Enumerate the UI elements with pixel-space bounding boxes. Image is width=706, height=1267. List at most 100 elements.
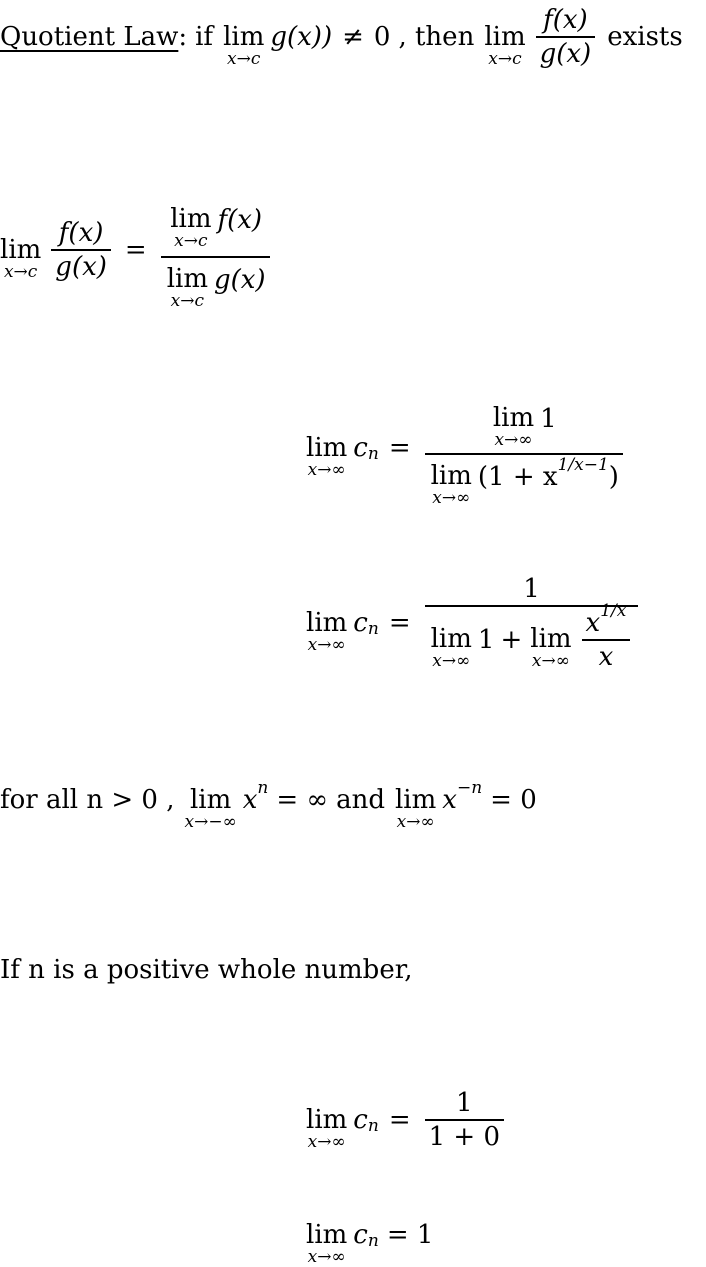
for-all-text: for all n > 0 , xyxy=(0,785,175,815)
limit-operator: lim x→c xyxy=(170,206,211,250)
lim-subscript: x→∞ xyxy=(531,650,570,671)
numerator: lim x→c f(x) xyxy=(164,198,266,250)
denominator: g(x) xyxy=(55,252,107,282)
inner-numerator: x 1/x xyxy=(582,601,631,639)
limit-equation-step-3: lim x→∞ cn = 1 1 + 0 xyxy=(306,1080,508,1160)
subscript-n: n xyxy=(367,1116,379,1136)
c-variable: c xyxy=(353,607,368,638)
lim-word: lim xyxy=(430,623,472,654)
fraction: lim x→c f(x) lim x→c g(x) xyxy=(160,198,270,310)
lim-subscript: x→∞ xyxy=(307,460,346,480)
g-of-x: g(x) xyxy=(213,265,266,295)
subscript-n: n xyxy=(367,444,379,464)
lim-subscript: x→∞ xyxy=(432,650,471,671)
lim-subscript: x→∞ xyxy=(307,1247,346,1267)
lim-word: lim xyxy=(170,204,212,234)
inner-denominator: x xyxy=(598,641,614,672)
denominator: lim x→∞ 1 + lim x→∞ x 1/x x xyxy=(425,601,639,673)
equals-sign: = xyxy=(124,235,147,265)
equals-zero: = 0 xyxy=(490,785,537,815)
g-of-x: g(x)) xyxy=(270,22,333,52)
subscript-n: n xyxy=(367,618,379,639)
denominator: g(x) xyxy=(539,39,592,69)
limit-operator: lim x→∞ xyxy=(306,1107,347,1151)
f-of-x: f(x) xyxy=(217,205,263,235)
inner-fraction: x 1/x x xyxy=(581,601,631,673)
lim-subscript: x→c xyxy=(227,49,261,69)
lim-word: lim xyxy=(492,403,535,433)
c-variable: c xyxy=(353,1105,368,1135)
x-base: x xyxy=(585,607,601,638)
one: 1 xyxy=(477,624,495,655)
exponent: 1/x−1 xyxy=(557,455,609,475)
limit-operator: lim x→∞ xyxy=(431,626,472,670)
lim-word: lim xyxy=(166,264,208,294)
lim-subscript: x→∞ xyxy=(432,488,471,508)
equals-sign: = xyxy=(388,1105,411,1135)
lim-word: lim xyxy=(189,785,232,815)
denominator-expression: (1 + x xyxy=(477,462,558,492)
close-paren: ) xyxy=(608,462,619,492)
quotient-law-label: Quotient Law xyxy=(0,22,179,52)
power-limit-statement: for all n > 0 , lim x→−∞ xn = ∞ and lim … xyxy=(0,770,537,831)
lim-subscript: x→c xyxy=(3,262,38,282)
subscript-n: n xyxy=(367,1231,379,1251)
exponent: 1/x xyxy=(600,600,627,621)
quotient-law-equation: lim x→c f(x) g(x) = lim x→c f(x) lim x→c… xyxy=(0,198,274,310)
equals-infinity: = ∞ xyxy=(276,785,329,815)
limit-operator: lim x→∞ xyxy=(493,405,534,449)
limit-operator: lim x→∞ xyxy=(395,787,436,831)
fraction: 1 lim x→∞ 1 + lim x→∞ x 1/x x xyxy=(424,573,639,673)
plus-sign: + xyxy=(500,624,523,655)
lim-word: lim xyxy=(484,22,526,52)
lim-subscript: x→∞ xyxy=(307,1132,346,1152)
lim-word: lim xyxy=(306,607,348,638)
c-variable: c xyxy=(353,1220,368,1250)
limit-operator: lim x→∞ xyxy=(306,610,347,654)
limit-operator: lim x→−∞ xyxy=(185,787,237,831)
limit-result: lim x→∞ cn = 1 xyxy=(306,1210,434,1266)
lim-subscript: x→∞ xyxy=(307,634,346,655)
denominator: lim x→c g(x) xyxy=(161,258,270,310)
lim-word: lim xyxy=(0,235,42,265)
equals-sign: = xyxy=(388,607,411,638)
numerator: f(x) xyxy=(58,218,104,248)
limit-operator: lim x→c xyxy=(167,266,208,310)
limit-operator: lim x→∞ xyxy=(431,463,472,507)
fraction: f(x) g(x) xyxy=(51,217,111,283)
limit-operator: lim x→∞ xyxy=(306,435,347,479)
then-text: , then xyxy=(398,22,475,52)
limit-equation-step-2: lim x→∞ cn = 1 lim x→∞ 1 + lim x→∞ x 1/x … xyxy=(306,565,642,680)
lim-subscript: x→c xyxy=(488,49,522,69)
fraction: lim x→∞ 1 lim x→∞ (1 + x 1/x−1) xyxy=(424,397,623,507)
numerator: 1 xyxy=(456,1088,473,1118)
exists-text: exists xyxy=(607,22,683,52)
limit-equation-step-1: lim x→∞ cn = lim x→∞ 1 lim x→∞ (1 + x 1/x… xyxy=(306,397,627,507)
quotient-law-statement: Quotient Law: if lim x→c g(x)) ≠ 0 , the… xyxy=(0,2,683,72)
lim-word: lim xyxy=(306,1220,348,1250)
colon: : xyxy=(178,22,188,52)
zero: 0 xyxy=(373,22,391,52)
x-base: x xyxy=(242,785,258,815)
equals-one: = 1 xyxy=(386,1220,434,1250)
lim-word: lim xyxy=(306,433,348,463)
lim-subscript: x→c xyxy=(170,291,205,311)
lim-subscript: x→−∞ xyxy=(184,812,237,832)
lim-word: lim xyxy=(430,461,472,491)
positive-whole-number-text: If n is a positive whole number, xyxy=(0,950,413,990)
limit-operator: lim x→c xyxy=(0,237,41,281)
if-text: if xyxy=(195,22,214,52)
lim-word: lim xyxy=(530,623,572,654)
limit-operator: lim x→∞ xyxy=(530,626,571,670)
x-base: x xyxy=(442,785,457,815)
lim-word: lim xyxy=(223,22,265,52)
numerator: 1 xyxy=(523,573,540,604)
lim-word: lim xyxy=(306,1105,348,1135)
and-text: and xyxy=(336,785,385,815)
lim-subscript: x→∞ xyxy=(396,812,435,832)
lim-subscript: x→∞ xyxy=(494,430,533,450)
condition-text: If n is a positive whole number, xyxy=(0,955,413,985)
lim-subscript: x→c xyxy=(174,231,208,251)
c-variable: c xyxy=(353,433,368,463)
denominator: lim x→∞ (1 + x 1/x−1) xyxy=(425,455,623,507)
